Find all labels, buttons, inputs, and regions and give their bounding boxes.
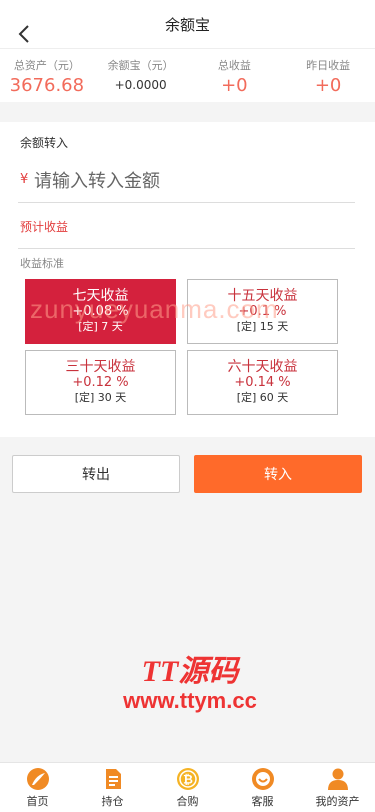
option-7-days[interactable]: 七天收益 +0.08 % [定] 7 天 xyxy=(25,279,176,344)
option-term: [定] 7 天 xyxy=(78,320,123,333)
amount-input[interactable] xyxy=(34,164,352,198)
tab-holdings[interactable]: 持仓 xyxy=(75,763,150,812)
earnings-standard-label: 收益标准 xyxy=(20,257,64,270)
document-icon xyxy=(105,769,121,789)
option-name: 三十天收益 xyxy=(65,359,136,375)
option-term: [定] 15 天 xyxy=(236,320,289,333)
transfer-out-button[interactable]: 转出 xyxy=(12,455,180,493)
option-name: 七天收益 xyxy=(72,288,129,304)
section-title: 余额转入 xyxy=(20,136,69,150)
stat-total-assets: 总资产（元） 3676.68 xyxy=(0,49,94,102)
option-rate: +0.12 % xyxy=(72,375,129,390)
tab-label: 持仓 xyxy=(101,795,124,808)
logo-url: www.ttym.cc xyxy=(123,688,257,713)
stats-bar: 总资产（元） 3676.68 余额宝（元） +0.0000 总收益 +0 昨日收… xyxy=(0,48,375,102)
stat-label: 昨日收益 xyxy=(306,59,351,72)
option-rate: +0.1 % xyxy=(238,304,287,319)
option-60-days[interactable]: 六十天收益 +0.14 % [定] 60 天 xyxy=(187,350,338,415)
option-name: 十五天收益 xyxy=(227,288,298,304)
stat-label: 总收益 xyxy=(217,59,251,72)
stat-value: 3676.68 xyxy=(9,75,85,96)
logo-title: TT源码 xyxy=(141,655,239,688)
stat-total-earnings: 总收益 +0 xyxy=(188,49,282,102)
home-icon xyxy=(26,768,49,790)
tab-home[interactable]: 首页 xyxy=(0,763,75,812)
bitcoin-icon: ₿ xyxy=(176,768,199,790)
header: 余额宝 xyxy=(0,0,375,48)
option-term: [定] 30 天 xyxy=(74,391,127,404)
option-rate: +0.08 % xyxy=(72,304,129,319)
tab-customer-service[interactable]: 客服 xyxy=(225,763,300,812)
stat-value: +0 xyxy=(314,75,342,96)
divider xyxy=(18,248,355,249)
stat-label: 余额宝（元） xyxy=(107,59,174,72)
tab-label: 客服 xyxy=(251,795,274,808)
user-icon xyxy=(327,768,348,790)
option-term: [定] 60 天 xyxy=(236,391,289,404)
option-name: 六十天收益 xyxy=(227,359,298,375)
tab-my-assets[interactable]: 我的资产 xyxy=(300,763,375,812)
option-rate: +0.14 % xyxy=(234,375,291,390)
tab-label: 合购 xyxy=(176,795,199,808)
option-15-days[interactable]: 十五天收益 +0.1 % [定] 15 天 xyxy=(187,279,338,344)
transfer-in-button[interactable]: 转入 xyxy=(194,455,362,493)
expected-earnings-label: 预计收益 xyxy=(20,220,69,234)
tab-label: 我的资产 xyxy=(315,795,360,808)
tab-bar: 首页 持仓 ₿ 合购 客服 我的资产 xyxy=(0,762,375,812)
stat-yesterday-earnings: 昨日收益 +0 xyxy=(281,49,375,102)
stat-value: +0.0000 xyxy=(114,78,167,92)
currency-symbol: ¥ xyxy=(20,172,29,187)
service-icon xyxy=(251,768,274,790)
stat-label: 总资产（元） xyxy=(13,59,80,72)
transfer-card: 余额转入 ¥ 预计收益 收益标准 七天收益 +0.08 % [定] 7 天 十五… xyxy=(0,122,375,437)
stat-balance: 余额宝（元） +0.0000 xyxy=(94,49,188,102)
page-title: 余额宝 xyxy=(164,16,210,34)
svg-text:₿: ₿ xyxy=(183,773,193,787)
logo: TT源码 www.ttym.cc xyxy=(100,646,280,714)
divider xyxy=(18,202,355,203)
stat-value: +0 xyxy=(221,75,248,96)
tab-label: 首页 xyxy=(26,795,49,808)
option-30-days[interactable]: 三十天收益 +0.12 % [定] 30 天 xyxy=(25,350,176,415)
tab-group-buy[interactable]: ₿ 合购 xyxy=(150,763,225,812)
